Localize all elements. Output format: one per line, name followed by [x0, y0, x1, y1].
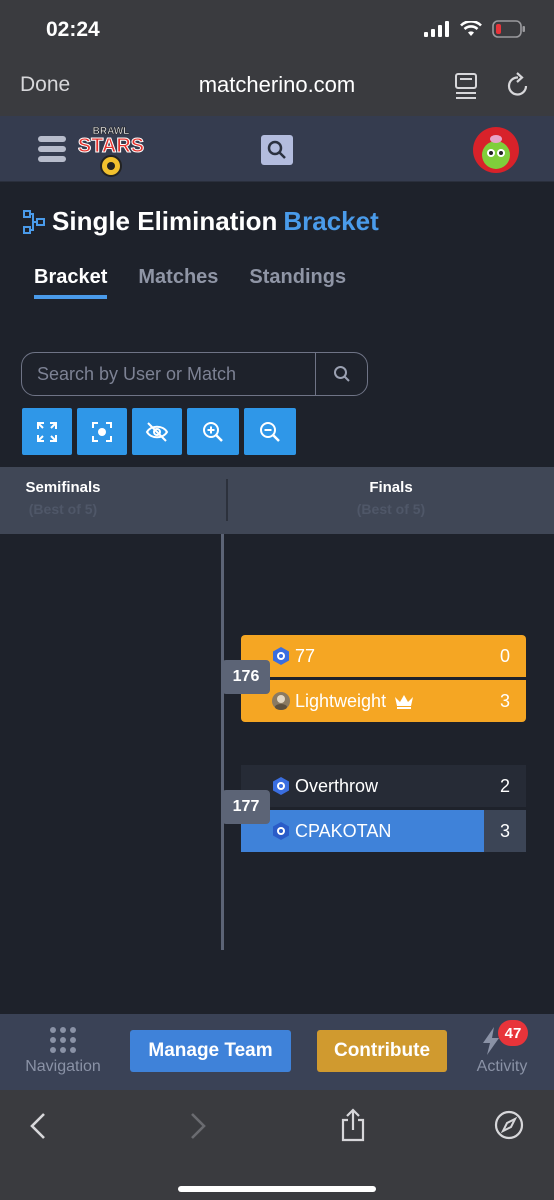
signal-icon — [424, 21, 449, 37]
team-avatar-icon — [271, 691, 291, 711]
team-name: Lightweight — [295, 690, 387, 711]
team-logo-icon — [271, 776, 291, 796]
search-input[interactable] — [22, 353, 315, 395]
zoom-in-button[interactable] — [187, 408, 239, 455]
team-row[interactable]: 77 0 — [241, 635, 526, 677]
bracket-connector-line — [221, 534, 224, 950]
brawl-stars-logo[interactable]: BRAWL STARS — [78, 122, 144, 178]
round-name: Finals — [369, 479, 413, 496]
home-indicator — [178, 1186, 376, 1192]
eye-off-icon — [145, 421, 169, 442]
focus-button[interactable] — [77, 408, 127, 455]
round-format: (Best of 5) — [28, 501, 98, 517]
round-finals: Finals (Best of 5) — [228, 479, 554, 517]
reload-icon[interactable] — [506, 72, 530, 98]
grid-icon — [50, 1027, 76, 1053]
search-icon — [267, 140, 286, 159]
search-icon — [333, 366, 350, 382]
tab-bar: Bracket Matches Standings — [34, 266, 377, 299]
zoom-out-button[interactable] — [244, 408, 296, 455]
wifi-icon — [460, 21, 482, 36]
match-card[interactable]: 77 0 Lightweight 3 — [241, 635, 526, 722]
svg-text:STARS: STARS — [78, 135, 144, 157]
navigation-label: Navigation — [25, 1058, 101, 1075]
page-title: Single Elimination Bracket — [22, 206, 379, 237]
zoom-in-icon — [203, 421, 223, 442]
match-card[interactable]: Overthrow 2 CPAKOTAN 3 — [241, 765, 526, 852]
title-accent: Bracket — [283, 206, 379, 236]
bracket-icon — [23, 209, 45, 234]
team-score: 2 — [499, 775, 510, 796]
team-name: Overthrow — [295, 775, 379, 796]
status-time: 02:24 — [46, 18, 100, 41]
navigation-button[interactable]: Navigation — [18, 1026, 108, 1076]
round-name: Semifinals — [25, 479, 101, 496]
match-number[interactable]: 177 — [222, 790, 270, 824]
zoom-out-icon — [260, 421, 280, 442]
tab-standings[interactable]: Standings — [249, 266, 346, 299]
forward-icon[interactable] — [188, 1112, 208, 1140]
team-row[interactable]: Overthrow 2 — [241, 765, 526, 807]
bracket-toolbar — [22, 408, 296, 455]
battery-icon — [492, 20, 525, 38]
safari-address-bar: Done matcherino.com — [0, 58, 554, 116]
compass-icon[interactable] — [494, 1110, 524, 1140]
search-bar — [21, 352, 368, 396]
round-header: Semifinals (Best of 5) Finals (Best of 5… — [0, 467, 554, 534]
avatar[interactable] — [473, 127, 519, 173]
spike-avatar-icon — [482, 135, 510, 169]
team-logo-icon — [271, 821, 291, 841]
team-score: 3 — [484, 810, 526, 852]
team-name: 77 — [295, 645, 316, 666]
share-icon[interactable] — [340, 1108, 366, 1142]
manage-team-button[interactable]: Manage Team — [130, 1030, 291, 1072]
focus-icon — [92, 421, 112, 442]
title-text: Single Elimination — [52, 206, 278, 236]
status-icons — [424, 20, 526, 38]
fullscreen-button[interactable] — [22, 408, 72, 455]
match-number[interactable]: 176 — [222, 660, 270, 694]
activity-badge: 47 — [498, 1020, 528, 1046]
team-row[interactable]: Lightweight 3 — [241, 680, 526, 722]
contribute-button[interactable]: Contribute — [317, 1030, 447, 1072]
team-row[interactable]: CPAKOTAN 3 — [241, 810, 526, 852]
menu-icon[interactable] — [38, 136, 66, 166]
team-name: CPAKOTAN — [295, 820, 392, 841]
hide-button[interactable] — [132, 408, 182, 455]
crown-icon — [395, 695, 414, 709]
status-bar: 02:24 — [0, 0, 554, 58]
safari-toolbar — [0, 1090, 554, 1200]
expand-icon — [37, 421, 57, 442]
team-score: 0 — [499, 645, 510, 666]
tab-bracket[interactable]: Bracket — [34, 266, 108, 299]
site-header: BRAWL STARS — [0, 116, 554, 182]
team-score: 3 — [499, 690, 510, 711]
header-search-button[interactable] — [261, 135, 293, 165]
bottom-nav: Navigation Manage Team Contribute Activi… — [0, 1014, 554, 1090]
team-logo-icon — [271, 646, 291, 666]
round-semifinals: Semifinals (Best of 5) — [0, 479, 126, 517]
back-icon[interactable] — [28, 1112, 48, 1140]
team-name-wrap: Lightweight — [295, 691, 414, 712]
activity-label: Activity — [476, 1058, 528, 1075]
search-button[interactable] — [315, 353, 367, 395]
tab-matches[interactable]: Matches — [138, 266, 218, 299]
round-format: (Best of 5) — [356, 501, 426, 517]
reader-view-icon[interactable] — [454, 72, 478, 100]
